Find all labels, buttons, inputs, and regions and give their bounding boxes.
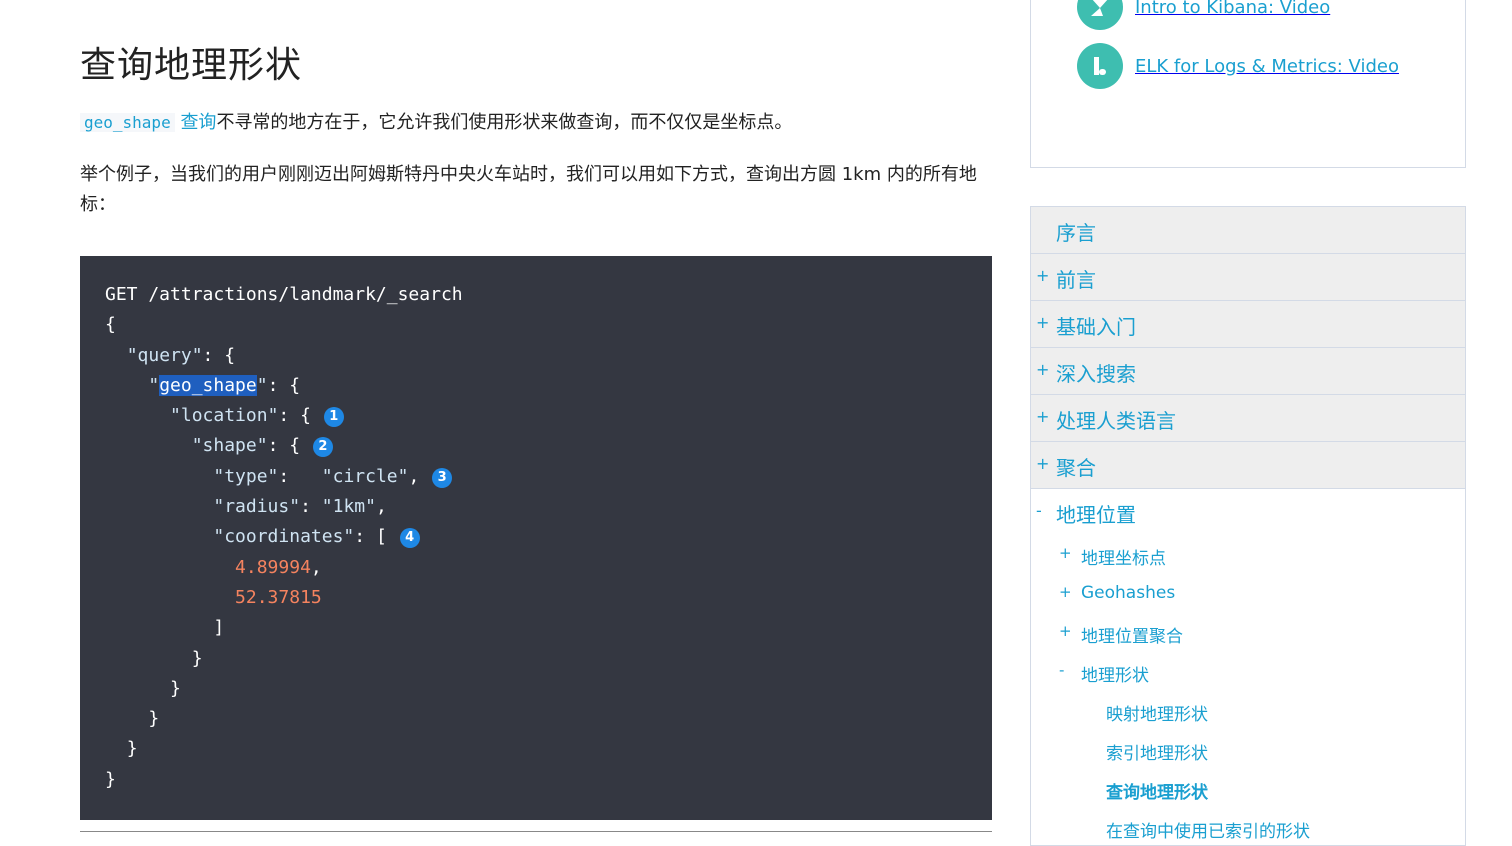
divider (80, 831, 992, 832)
code-line-close-4: } (105, 734, 967, 764)
code-quote: " (148, 374, 160, 396)
toc-item-label: 深入搜索 (1056, 362, 1136, 386)
toc-sub-label: 地理形状 (1081, 666, 1149, 686)
toc-subsub-indexed-shapes[interactable]: 在查询中使用已索引的形状 (1031, 808, 1465, 845)
toc-subsub-label: 索引地理形状 (1106, 744, 1208, 764)
code-line-location: "location": { 1 (105, 401, 967, 431)
elk-logo-icon (1077, 43, 1123, 89)
intro-paragraph: geo_shape 查询不寻常的地方在于，它允许我们使用形状来做查询，而不仅仅是… (80, 108, 992, 138)
code-line-close-5: } (105, 765, 967, 795)
code-line-open: { (105, 310, 967, 340)
code-line-close-3: } (105, 704, 967, 734)
inline-code-geo-shape: geo_shape (80, 113, 175, 132)
callout-3-icon[interactable]: 3 (432, 467, 453, 488)
code-line-request: GET /attractions/landmark/_search (105, 280, 967, 310)
toc-item-foreword[interactable]: + 前言 (1031, 254, 1465, 301)
toc-subsub-indexing[interactable]: 索引地理形状 (1031, 730, 1465, 769)
code-line-close-2: } (105, 674, 967, 704)
expand-icon[interactable]: + (1036, 266, 1049, 285)
code-key-shape: "shape" (191, 435, 268, 457)
toc-subsub-label: 在查询中使用已索引的形状 (1106, 822, 1310, 842)
table-of-contents: 序言 + 前言 + 基础入门 + 深入搜索 + 处理人类语言 + 聚合 - 地理… (1030, 206, 1466, 846)
toc-item-label: 序言 (1056, 221, 1096, 245)
toc-sub-label: Geohashes (1081, 583, 1176, 603)
intro-text: 不寻常的地方在于，它允许我们使用形状来做查询，而不仅仅是坐标点。 (216, 112, 793, 133)
code-quote: " (256, 374, 268, 396)
code-brace: } (126, 738, 138, 760)
toc-item-label: 前言 (1056, 268, 1096, 292)
toc-item-geolocation[interactable]: - 地理位置 (1031, 489, 1465, 535)
code-value-lon: 4.89994 (235, 556, 311, 578)
toc-subsub-label: 查询地理形状 (1106, 783, 1208, 803)
toc-item-aggregations[interactable]: + 聚合 (1031, 442, 1465, 489)
toc-sub-label: 地理坐标点 (1081, 549, 1166, 569)
video-link-label: Intro to Kibana: Video (1135, 0, 1331, 18)
code-line-close-bracket: ] (105, 613, 967, 643)
code-line-close-1: } (105, 644, 967, 674)
code-key-location: "location" (170, 405, 279, 427)
code-line-lat: 52.37815 (105, 583, 967, 613)
code-key-geo-shape-selected: geo_shape (159, 374, 257, 396)
code-line-geo-shape: "geo_shape": { (148, 374, 301, 396)
toc-item-languages[interactable]: + 处理人类语言 (1031, 395, 1465, 442)
expand-icon[interactable]: + (1036, 313, 1049, 332)
page-title: 查询地理形状 (80, 45, 303, 86)
code-line-radius: "radius": "1km", (213, 496, 387, 518)
example-paragraph: 举个例子，当我们的用户刚刚迈出阿姆斯特丹中央火车站时，我们可以用如下方式，查询出… (80, 164, 977, 215)
video-link-label: ELK for Logs & Metrics: Video (1135, 55, 1399, 77)
query-link[interactable]: 查询 (180, 112, 216, 133)
code-line-coordinates: "coordinates": [ 4 (105, 522, 967, 552)
code-line-shape: "shape": { 2 (105, 431, 967, 461)
code-brace: } (105, 768, 116, 790)
collapse-icon[interactable]: - (1036, 501, 1042, 520)
code-key-coordinates: "coordinates" (213, 526, 355, 548)
code-key-type: "type" (213, 465, 279, 487)
toc-sub-label: 地理位置聚合 (1081, 627, 1183, 647)
toc-subsub-querying-current[interactable]: 查询地理形状 (1031, 769, 1465, 808)
toc-item-label: 地理位置 (1056, 503, 1136, 527)
toc-item-search-in-depth[interactable]: + 深入搜索 (1031, 348, 1465, 395)
code-key-query: "query" (126, 344, 203, 366)
toc-item-label: 基础入门 (1056, 315, 1136, 339)
code-brace: } (148, 708, 160, 730)
toc-item-label: 处理人类语言 (1056, 409, 1176, 433)
toc-item-preface[interactable]: 序言 (1031, 207, 1465, 254)
kibana-logo-icon (1077, 0, 1123, 30)
toc-subsub-label: 映射地理形状 (1106, 705, 1208, 725)
toc-subsub-mapping[interactable]: 映射地理形状 (1031, 691, 1465, 730)
code-request: GET /attractions/landmark/_search (105, 284, 463, 305)
code-line-lon: 4.89994, (235, 556, 322, 578)
toc-item-label: 聚合 (1056, 456, 1096, 480)
callout-2-icon[interactable]: 2 (312, 437, 333, 458)
expand-icon[interactable]: + (1036, 407, 1049, 426)
code-brace: } (170, 677, 181, 699)
code-line-type: "type": "circle", 3 (105, 462, 967, 492)
collapse-icon[interactable]: - (1059, 661, 1064, 679)
code-brace: { (105, 314, 116, 336)
video-links-panel: Intro to Kibana: Video ELK for Logs & Me… (1030, 0, 1466, 168)
code-brace: } (191, 647, 203, 669)
code-line-query: "query": { (126, 344, 236, 366)
code-key-radius: "radius" (213, 496, 301, 518)
toc-item-getting-started[interactable]: + 基础入门 (1031, 301, 1465, 348)
code-bracket: ] (213, 617, 225, 639)
code-value-radius: "1km" (321, 496, 376, 518)
toc-sub-geo-aggs[interactable]: + 地理位置聚合 (1031, 613, 1465, 652)
callout-4-icon[interactable]: 4 (399, 528, 420, 549)
expand-icon[interactable]: + (1036, 454, 1049, 473)
code-block[interactable]: GET /attractions/landmark/_search { "que… (80, 256, 992, 820)
video-link-kibana[interactable]: Intro to Kibana: Video (1077, 0, 1330, 30)
toc-sub-geoshapes[interactable]: - 地理形状 (1031, 652, 1465, 691)
code-value-type: "circle" (321, 465, 409, 487)
callout-1-icon[interactable]: 1 (323, 407, 344, 428)
video-link-elk[interactable]: ELK for Logs & Metrics: Video (1077, 43, 1399, 89)
code-value-lat: 52.37815 (235, 586, 322, 608)
expand-icon[interactable]: + (1059, 622, 1072, 640)
expand-icon[interactable]: + (1059, 583, 1072, 601)
toc-sub-geopoints[interactable]: + 地理坐标点 (1031, 535, 1465, 574)
expand-icon[interactable]: + (1036, 360, 1049, 379)
expand-icon[interactable]: + (1059, 544, 1072, 562)
toc-sub-geohashes[interactable]: + Geohashes (1031, 574, 1465, 613)
